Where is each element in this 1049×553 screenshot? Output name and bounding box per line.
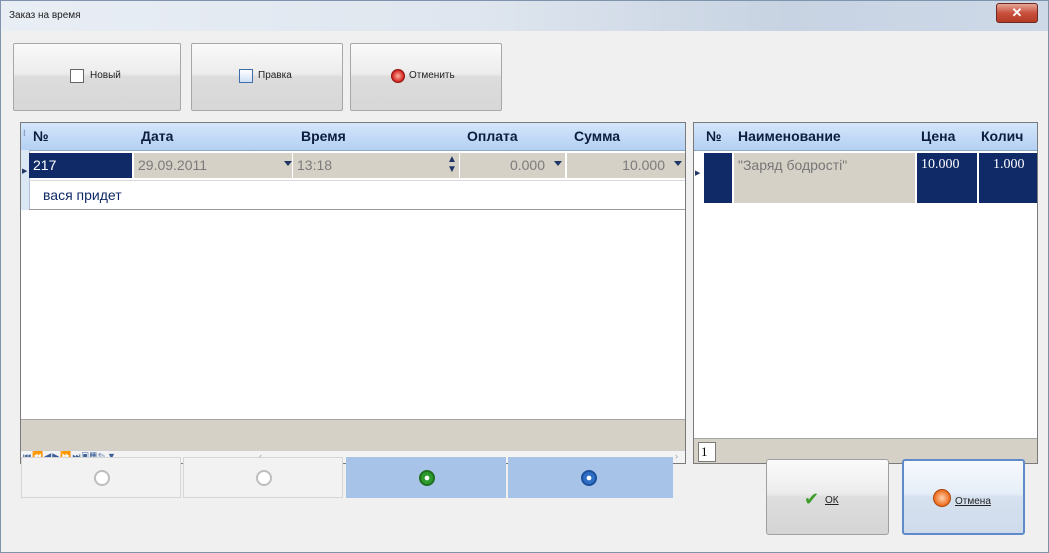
time-spinner-icon[interactable]: ▲ ▼ bbox=[447, 153, 457, 175]
items-grid[interactable]: № Наименование Цена Колич ▶ "Заряд бодро… bbox=[693, 122, 1038, 464]
close-button[interactable]: ✕ bbox=[996, 3, 1038, 23]
edit-button-label: Правка bbox=[258, 70, 292, 81]
first-record-icon bbox=[94, 470, 110, 486]
order-note-row[interactable]: вася придет bbox=[29, 180, 685, 210]
cancel-button[interactable]: Отмена bbox=[902, 459, 1025, 535]
item-number-cell[interactable] bbox=[704, 153, 732, 203]
payment-dropdown-icon[interactable] bbox=[554, 161, 562, 166]
col-time[interactable]: Время bbox=[301, 128, 346, 144]
orders-grid-footer bbox=[21, 419, 685, 450]
order-time-value: 13:18 bbox=[297, 157, 333, 173]
ok-button-label: ОК bbox=[825, 495, 839, 506]
order-note-text: вася придет bbox=[43, 187, 122, 203]
next-record-button[interactable] bbox=[346, 457, 506, 498]
item-price-cell[interactable]: 10.000 bbox=[917, 153, 977, 203]
date-dropdown-icon[interactable] bbox=[284, 161, 292, 166]
order-time-cell[interactable]: 13:18 ▲ ▼ bbox=[293, 153, 459, 178]
cancel-button-label: Отмена bbox=[955, 496, 991, 507]
order-sum-cell[interactable]: 10.000 bbox=[567, 153, 685, 178]
col-payment[interactable]: Оплата bbox=[467, 128, 518, 144]
order-date-value: 29.09.2011 bbox=[138, 157, 208, 173]
items-count: 1 bbox=[698, 442, 716, 462]
new-button[interactable]: Новый bbox=[13, 43, 181, 111]
title-bar: Заказ на время ✕ bbox=[1, 1, 1048, 31]
order-payment-cell[interactable]: 0.000 bbox=[460, 153, 565, 178]
orders-grid[interactable]: ⁝ № Дата Время Оплата Сумма ▶ 217 29.09.… bbox=[20, 122, 686, 464]
prev-record-icon bbox=[256, 470, 272, 486]
edit-button[interactable]: Правка bbox=[191, 43, 343, 111]
cancel-order-label: Отменить bbox=[409, 70, 455, 81]
order-number-cell[interactable]: 217 bbox=[29, 153, 132, 178]
col-item-name[interactable]: Наименование bbox=[738, 128, 841, 144]
client-area: Новый Правка Отменить ⁝ № Дата Время Опл… bbox=[8, 31, 1041, 547]
sum-dropdown-icon[interactable] bbox=[674, 161, 682, 166]
col-item-number[interactable]: № bbox=[706, 128, 722, 144]
cancel-orange-icon bbox=[933, 489, 951, 507]
item-row[interactable]: ▶ "Заряд бодрості" 10.000 1.000 bbox=[694, 153, 1037, 203]
item-qty-cell[interactable]: 1.000 bbox=[979, 153, 1037, 203]
edit-icon bbox=[239, 69, 253, 83]
current-item-arrow-icon: ▶ bbox=[695, 170, 701, 177]
item-name-cell[interactable]: "Заряд бодрості" bbox=[734, 153, 915, 203]
current-row-arrow-icon: ▶ bbox=[22, 168, 28, 175]
order-payment-value: 0.000 bbox=[509, 157, 545, 173]
col-item-qty[interactable]: Колич bbox=[981, 128, 1023, 144]
col-item-price[interactable]: Цена bbox=[921, 128, 955, 144]
last-record-button[interactable] bbox=[508, 457, 673, 498]
checkmark-icon: ✔ bbox=[804, 489, 820, 509]
col-sum[interactable]: Сумма bbox=[574, 128, 620, 144]
items-grid-header: № Наименование Цена Колич bbox=[694, 123, 1037, 151]
next-record-icon bbox=[419, 470, 435, 486]
new-button-label: Новый bbox=[90, 70, 121, 81]
order-date-cell[interactable]: 29.09.2011 bbox=[134, 153, 292, 178]
order-sum-value: 10.000 bbox=[622, 157, 665, 173]
row-marker-header: ⁝ bbox=[23, 128, 26, 138]
cancel-red-icon bbox=[391, 69, 405, 83]
last-record-icon bbox=[581, 470, 597, 486]
window-title: Заказ на время bbox=[9, 10, 81, 21]
order-window: Заказ на время ✕ Новый Правка Отменить ⁝… bbox=[0, 0, 1049, 553]
new-document-icon bbox=[70, 69, 84, 83]
orders-grid-header: ⁝ № Дата Время Оплата Сумма bbox=[21, 123, 685, 151]
col-date[interactable]: Дата bbox=[141, 128, 173, 144]
scroll-right-icon[interactable]: › bbox=[675, 451, 678, 461]
ok-button[interactable]: ✔ ОК bbox=[766, 459, 889, 535]
prev-record-button[interactable] bbox=[183, 457, 343, 498]
first-record-button[interactable] bbox=[21, 457, 181, 498]
col-number[interactable]: № bbox=[33, 128, 49, 144]
cancel-order-button[interactable]: Отменить bbox=[350, 43, 502, 111]
